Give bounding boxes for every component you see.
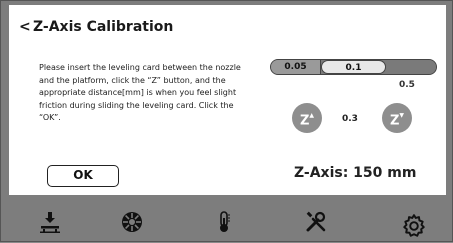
step-size-selector[interactable]: 0.05 0.1 bbox=[270, 59, 437, 75]
settings-icon[interactable] bbox=[399, 211, 429, 241]
z-down-label: Z bbox=[389, 113, 400, 129]
temperature-icon[interactable] bbox=[209, 207, 239, 237]
filament-icon[interactable] bbox=[117, 207, 147, 237]
step-option-empty[interactable] bbox=[386, 60, 436, 74]
z-down-button[interactable]: Z▼ bbox=[382, 103, 412, 133]
up-arrow-icon: ▲ bbox=[309, 112, 315, 119]
instructions-text: Please insert the leveling card between … bbox=[39, 63, 241, 122]
page-title: Z-Axis Calibration bbox=[33, 19, 174, 35]
back-button[interactable]: < bbox=[19, 19, 31, 35]
bottom-nav bbox=[1, 199, 453, 243]
calibration-panel: < Z-Axis Calibration Please insert the l… bbox=[9, 5, 446, 195]
print-bed-icon[interactable] bbox=[35, 207, 65, 237]
step-option-0-5[interactable]: 0.5 bbox=[399, 80, 415, 90]
ok-button[interactable]: OK bbox=[47, 165, 119, 187]
down-arrow-icon: ▼ bbox=[399, 112, 405, 119]
step-option-0-1[interactable]: 0.1 bbox=[321, 60, 386, 74]
z-axis-position: Z-Axis: 150 mm bbox=[294, 165, 417, 181]
tools-icon[interactable] bbox=[301, 207, 331, 237]
current-step-value: 0.3 bbox=[342, 114, 358, 124]
z-up-label: Z bbox=[299, 113, 310, 129]
z-up-button[interactable]: Z▲ bbox=[292, 103, 322, 133]
step-option-0-05[interactable]: 0.05 bbox=[271, 60, 321, 74]
printer-screen: < Z-Axis Calibration Please insert the l… bbox=[0, 0, 453, 242]
